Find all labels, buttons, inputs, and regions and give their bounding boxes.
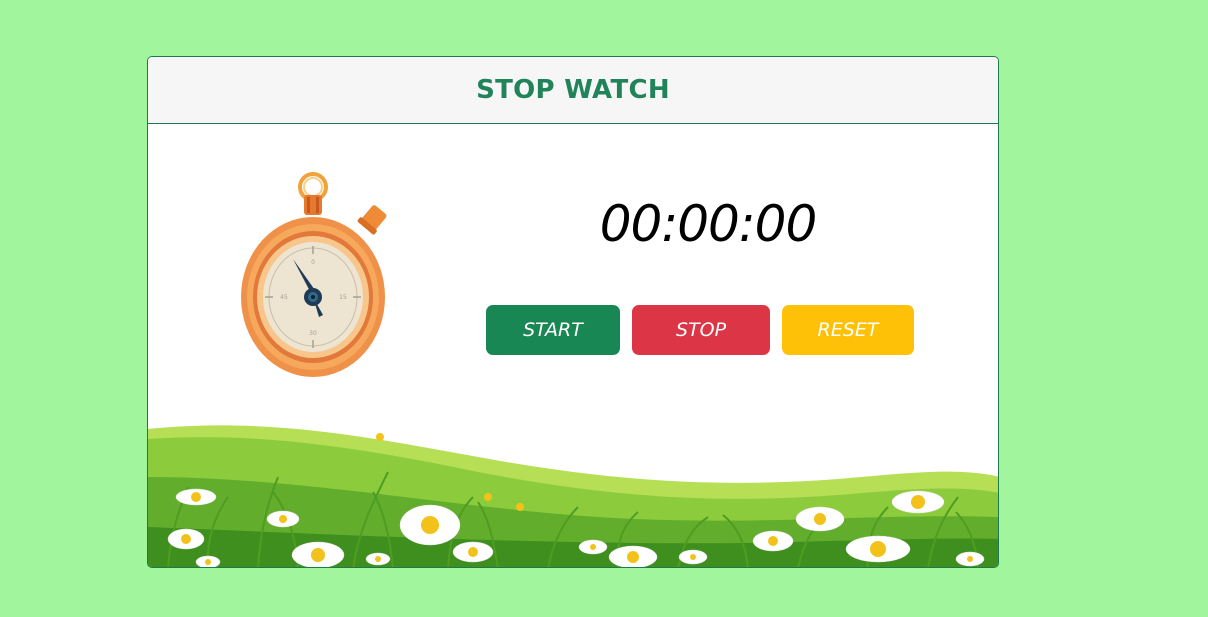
svg-text:45: 45 xyxy=(280,294,288,301)
svg-text:15: 15 xyxy=(339,294,347,301)
reset-button[interactable]: RESET xyxy=(782,305,914,355)
stop-button[interactable]: STOP xyxy=(632,305,770,355)
timer-display: 00:00:00 xyxy=(599,195,818,253)
meadow-illustration xyxy=(148,425,998,567)
stopwatch-icon: 0 15 30 45 xyxy=(241,172,387,377)
svg-text:30: 30 xyxy=(309,330,317,337)
svg-text:0: 0 xyxy=(311,259,315,266)
start-button[interactable]: START xyxy=(486,305,620,355)
card-header: STOP WATCH xyxy=(148,57,998,124)
page-title: STOP WATCH xyxy=(476,75,670,105)
stopwatch-card: STOP WATCH 0 15 30 45 00:00:00 START STO… xyxy=(147,56,999,568)
